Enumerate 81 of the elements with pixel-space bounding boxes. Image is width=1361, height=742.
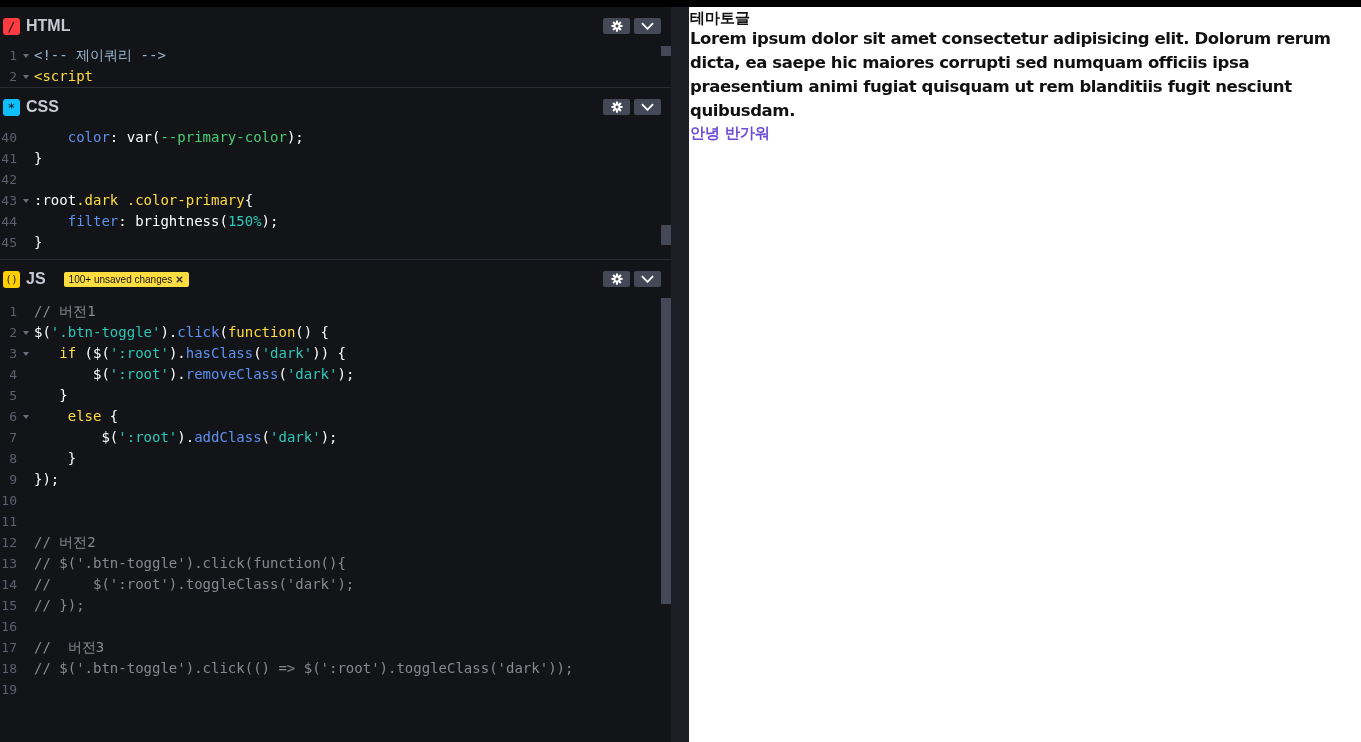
fold-icon[interactable]	[22, 198, 29, 203]
code-line: else {	[66, 407, 119, 426]
line-number: 16	[0, 618, 17, 636]
line-number: 12	[0, 534, 17, 552]
line-number: 2	[8, 68, 17, 86]
editor-title: HTML	[26, 17, 71, 35]
line-number: 10	[0, 492, 17, 510]
line-number: 45	[0, 234, 17, 252]
line-number: 2	[8, 324, 17, 342]
line-number: 13	[0, 555, 17, 573]
fold-icon[interactable]	[22, 53, 29, 58]
code-line: // 버전1	[34, 302, 96, 321]
chevron-down-icon	[641, 275, 654, 283]
language-icon: *	[3, 98, 20, 116]
line-number: 15	[0, 597, 17, 615]
line-number: 9	[8, 471, 17, 489]
code-line: // 버전3	[34, 638, 105, 657]
line-number: 41	[0, 150, 17, 168]
line-number: 1	[8, 47, 17, 65]
line-number: 42	[0, 171, 17, 189]
scrollbar-thumb[interactable]	[661, 298, 671, 604]
fold-icon[interactable]	[22, 414, 29, 419]
code-line: if ($(':root').hasClass('dark')) {	[58, 344, 346, 363]
line-number: 19	[0, 681, 17, 699]
code-line: $(':root').removeClass('dark');	[92, 365, 355, 384]
code-line: // $('.btn-toggle').click(() => $(':root').toggleClass('dark'));	[34, 659, 574, 678]
settings-button[interactable]	[603, 271, 630, 287]
line-number: 8	[8, 450, 17, 468]
line-number: 11	[0, 513, 17, 531]
code-line: :root.dark .color-primary{	[34, 191, 254, 210]
settings-icon	[610, 101, 623, 113]
close-icon[interactable]	[175, 274, 185, 284]
line-number: 4	[8, 366, 17, 384]
line-number: 17	[0, 639, 17, 657]
code-line: $(':root').addClass('dark');	[100, 428, 338, 447]
line-number: 44	[0, 213, 17, 231]
preview-link[interactable]: 안녕 반가워	[690, 124, 771, 142]
unsaved-badge[interactable]: 100+ unsaved changes	[63, 271, 190, 287]
chevron-down-icon	[641, 22, 654, 30]
line-number: 40	[0, 129, 17, 147]
settings-button[interactable]	[603, 18, 630, 34]
settings-button[interactable]	[603, 99, 630, 115]
code-line: }	[66, 449, 77, 468]
code-line: }	[58, 386, 68, 405]
line-number: 1	[8, 303, 17, 321]
settings-icon	[610, 273, 623, 285]
chevron-down-icon	[641, 103, 654, 111]
preview-paragraph: Lorem ipsum dolor sit amet consectetur adipisicing elit. Dolorum rerum dicta, ea saepe hic maiores corrupti sed numquam officiis ipsa praesentium animi fugiat quisquam ut rem blanditiis fugit nesciunt quibusdam.	[690, 28, 1332, 122]
line-number: 43	[0, 192, 17, 210]
editor-title: CSS	[26, 98, 59, 116]
fold-icon[interactable]	[22, 330, 29, 335]
line-number: 6	[8, 408, 17, 426]
code-line: // $('.btn-toggle').click(function(){	[34, 554, 346, 573]
scrollbar-thumb[interactable]	[661, 46, 671, 56]
language-icon: ()	[3, 270, 20, 288]
line-number: 3	[8, 345, 17, 363]
language-icon: /	[3, 17, 20, 35]
code-line: color: var(--primary-color);	[66, 128, 304, 147]
settings-icon	[610, 20, 623, 32]
collapse-button[interactable]	[634, 271, 661, 287]
editor-title: JS	[26, 270, 46, 288]
fold-icon[interactable]	[22, 351, 29, 356]
code-line: });	[34, 470, 60, 489]
scrollbar-thumb[interactable]	[661, 225, 671, 245]
collapse-button[interactable]	[634, 18, 661, 34]
line-number: 14	[0, 576, 17, 594]
line-number: 18	[0, 660, 17, 678]
code-line: }	[34, 233, 43, 252]
fold-icon[interactable]	[22, 74, 29, 79]
code-line: // });	[34, 596, 85, 615]
code-line: // $(':root').toggleClass('dark');	[34, 575, 355, 594]
collapse-button[interactable]	[634, 99, 661, 115]
code-line: $('.btn-toggle').click(function() {	[34, 323, 330, 342]
line-number: 5	[8, 387, 17, 405]
preview-heading: 테마토글	[690, 9, 751, 27]
code-line: }	[34, 149, 43, 168]
code-line: // 버전2	[34, 533, 96, 552]
line-number: 7	[8, 429, 17, 447]
code-line: <script	[34, 67, 93, 86]
code-line: filter: brightness(150%);	[66, 212, 279, 231]
code-line: <!-- 제이쿼리 -->	[34, 46, 166, 65]
